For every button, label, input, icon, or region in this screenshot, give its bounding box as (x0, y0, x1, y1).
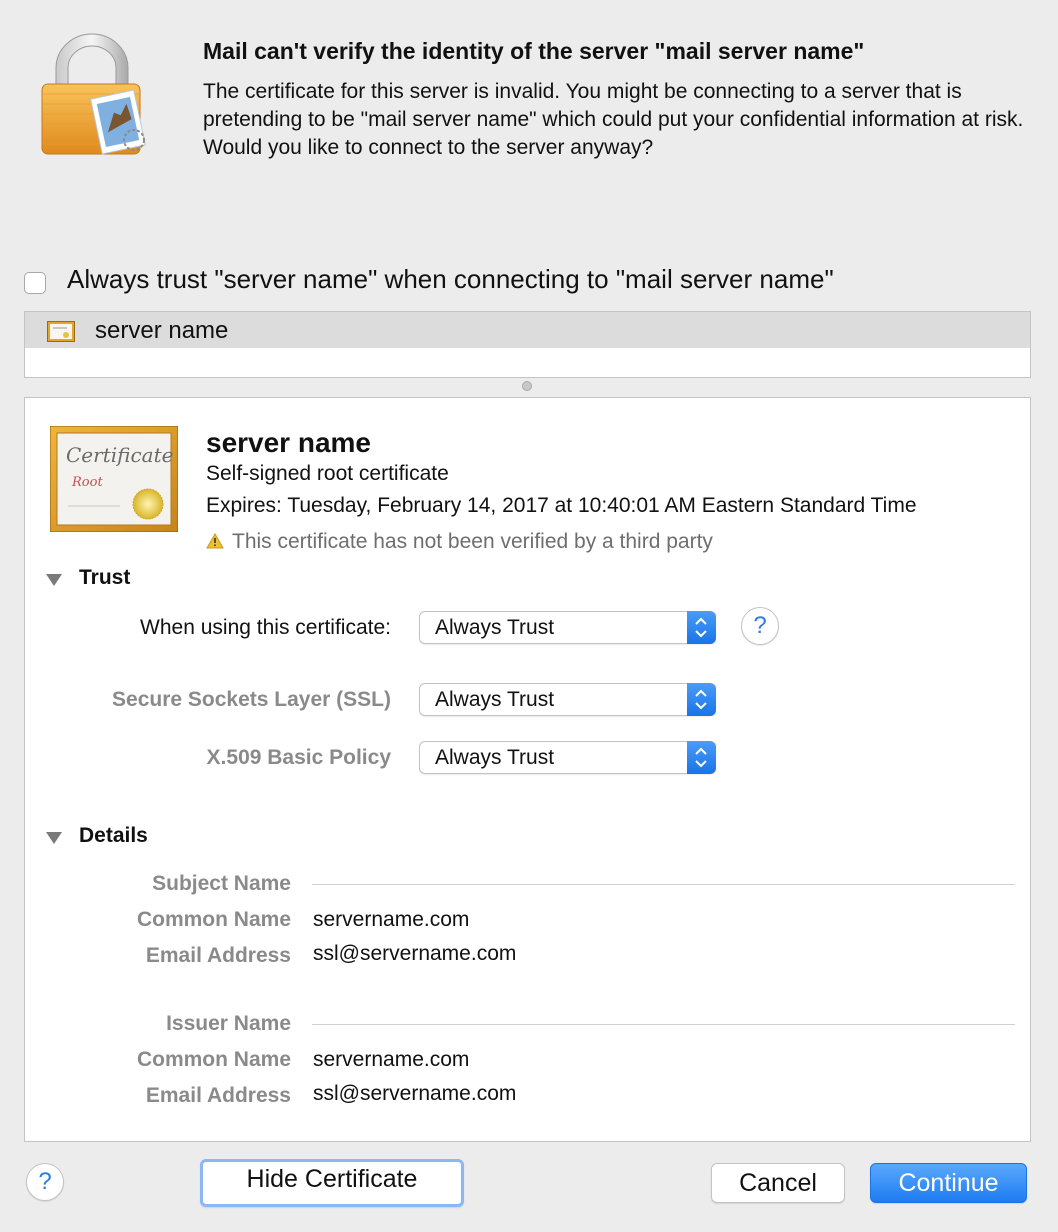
subject-common-name-value: servername.com (313, 908, 470, 931)
issuer-email-value: ssl@servername.com (313, 1082, 517, 1105)
split-view-handle[interactable] (522, 381, 532, 391)
trust-section-title[interactable]: Trust (79, 566, 130, 590)
chevron-updown-icon (687, 683, 716, 716)
divider (312, 1024, 1015, 1025)
always-trust-label[interactable]: Always trust "server name" when connecti… (67, 264, 834, 295)
continue-button[interactable]: Continue (870, 1163, 1027, 1203)
issuer-common-name-label: Common Name (136, 1048, 291, 1071)
subject-common-name-label: Common Name (136, 908, 291, 931)
trust-disclosure-triangle[interactable] (46, 574, 62, 586)
warning-icon (206, 532, 224, 549)
dialog-message: The certificate for this server is inval… (203, 80, 1024, 159)
x509-trust-popup[interactable]: Always Trust (419, 741, 716, 774)
details-section-title[interactable]: Details (79, 824, 148, 848)
popup-value: Always Trust (435, 688, 555, 711)
popup-value: Always Trust (435, 616, 555, 639)
cancel-button[interactable]: Cancel (711, 1163, 845, 1203)
trust-when-using-popup[interactable]: Always Trust (419, 611, 716, 644)
x509-policy-label: X.509 Basic Policy (206, 746, 391, 769)
certificate-warning: This certificate has not been verified b… (232, 530, 713, 553)
trust-row-label: When using this certificate: (140, 616, 391, 639)
trust-help-button[interactable]: ? (741, 607, 779, 645)
subject-name-heading: Subject Name (152, 872, 291, 895)
list-item-label: server name (95, 317, 229, 344)
lock-mail-icon (36, 30, 154, 160)
svg-text:Certificate: Certificate (66, 443, 173, 467)
certificate-type: Self-signed root certificate (206, 462, 449, 485)
popup-value: Always Trust (435, 746, 555, 769)
certificate-expiry: Expires: Tuesday, February 14, 2017 at 1… (206, 494, 917, 517)
always-trust-checkbox[interactable] (24, 272, 46, 294)
subject-email-label: Email Address (145, 944, 291, 967)
certificate-icon (47, 321, 75, 342)
certificate-large-icon: Certificate Root (49, 425, 179, 533)
chevron-updown-icon (687, 741, 716, 774)
chevron-updown-icon (687, 611, 716, 644)
divider (312, 884, 1015, 885)
ssl-trust-popup[interactable]: Always Trust (419, 683, 716, 716)
certificate-name: server name (206, 427, 372, 458)
issuer-common-name-value: servername.com (313, 1048, 470, 1071)
issuer-name-heading: Issuer Name (166, 1012, 291, 1035)
list-item[interactable]: server name (25, 312, 1030, 348)
certificate-list: server name (24, 311, 1031, 378)
dialog-title: Mail can't verify the identity of the se… (203, 38, 865, 64)
svg-text:Root: Root (71, 475, 103, 490)
subject-email-value: ssl@servername.com (313, 942, 517, 965)
hide-certificate-button[interactable]: Hide Certificate (200, 1159, 464, 1207)
details-disclosure-triangle[interactable] (46, 832, 62, 844)
help-button[interactable]: ? (26, 1163, 64, 1201)
ssl-policy-label: Secure Sockets Layer (SSL) (112, 688, 391, 711)
issuer-email-label: Email Address (145, 1084, 291, 1107)
